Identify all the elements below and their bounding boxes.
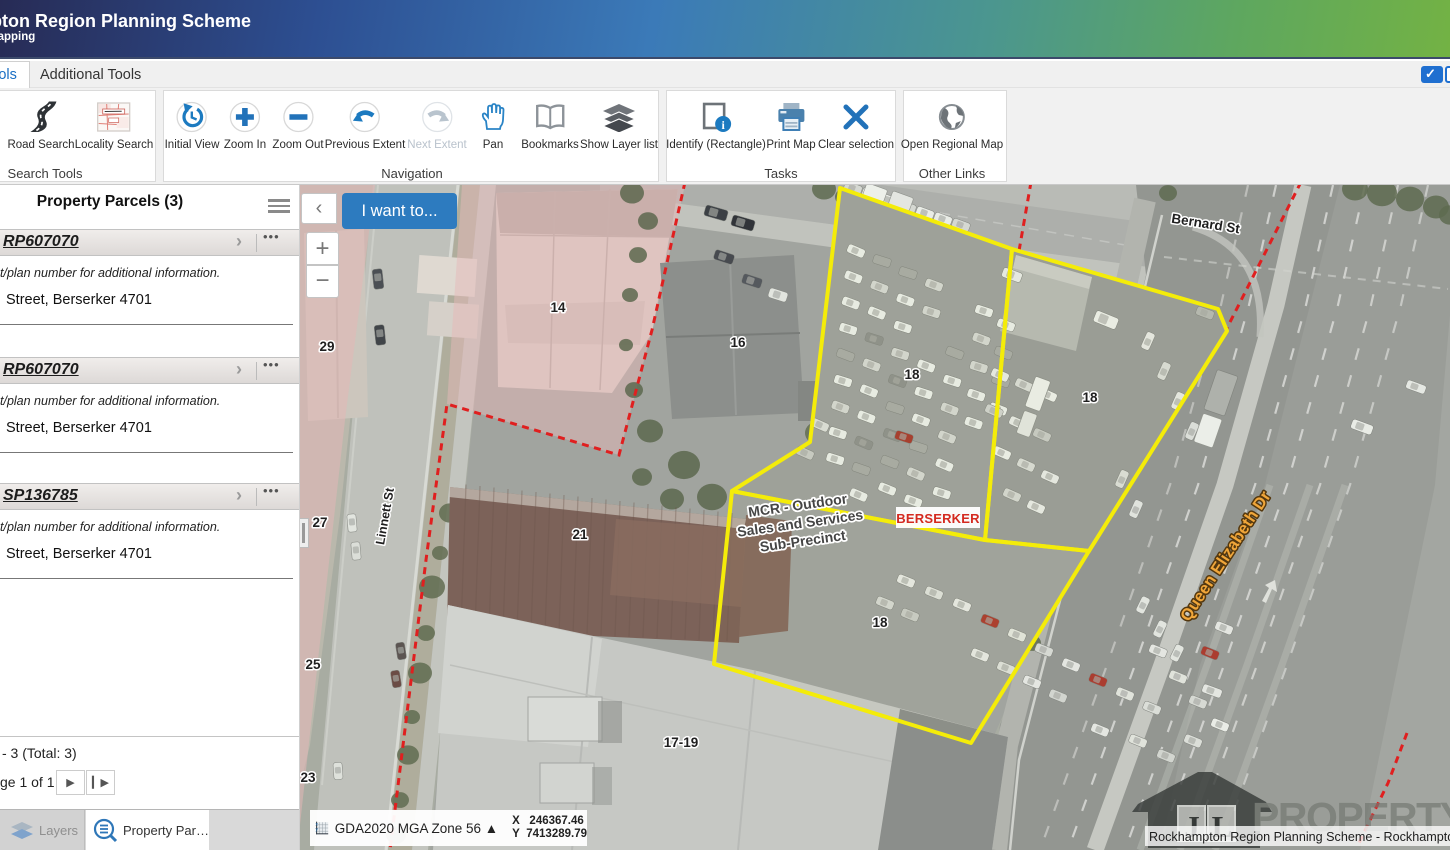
svg-text:23: 23 bbox=[300, 770, 316, 785]
svg-text:Rockhampton Region Planning Sc: Rockhampton Region Planning Scheme - Roc… bbox=[1149, 830, 1450, 844]
svg-text:25: 25 bbox=[305, 657, 321, 672]
svg-text:16: 16 bbox=[730, 335, 746, 350]
svg-text:21: 21 bbox=[572, 527, 588, 542]
svg-text:18: 18 bbox=[872, 615, 888, 630]
svg-text:18: 18 bbox=[1082, 390, 1098, 405]
svg-text:BERSERKER: BERSERKER bbox=[896, 511, 980, 526]
svg-text:27: 27 bbox=[312, 515, 327, 530]
svg-text:17-19: 17-19 bbox=[664, 735, 699, 750]
svg-text:18: 18 bbox=[904, 367, 920, 382]
svg-text:29: 29 bbox=[319, 339, 334, 354]
svg-text:14: 14 bbox=[550, 300, 566, 315]
